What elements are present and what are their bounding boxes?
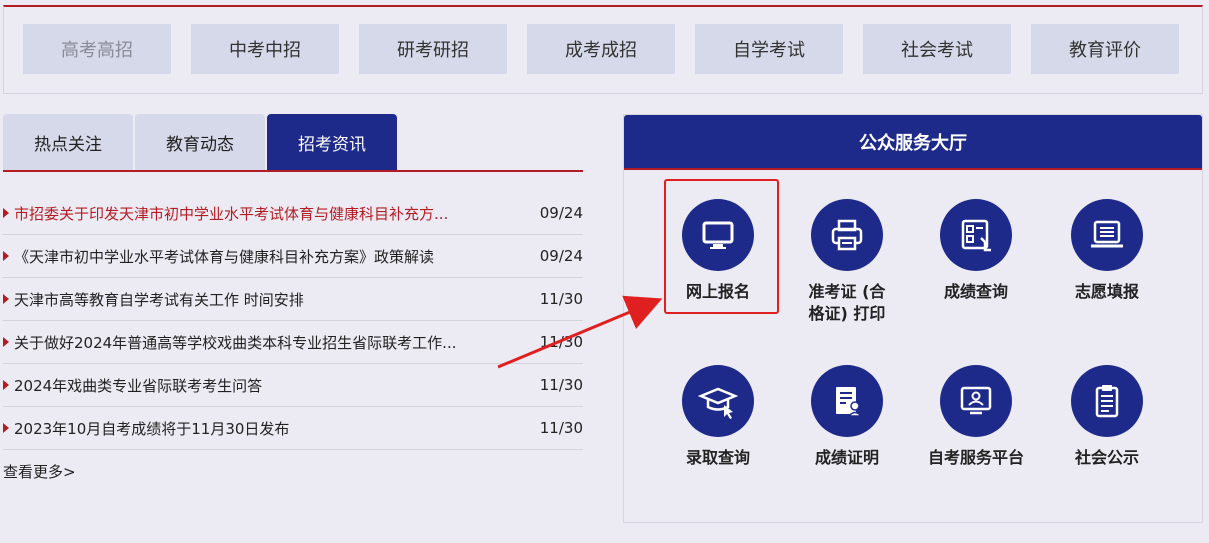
list-item[interactable]: 市招委关于印发天津市初中学业水平考试体育与健康科目补充方... 09/24 [3,192,583,235]
tab-underline [3,170,583,172]
list-item[interactable]: 2023年10月自考成绩将于11月30日发布 11/30 [3,407,583,450]
category-shehui-button[interactable]: 社会考试 [863,24,1011,74]
service-panel-title: 公众服务大厅 [624,115,1202,170]
news-date: 11/30 [539,419,583,437]
admission-ticket-print-button[interactable]: 准考证 (合格证) 打印 [782,199,912,325]
category-chengkao-button[interactable]: 成考成招 [527,24,675,74]
category-gaokao-button[interactable]: 高考高招 [23,24,171,74]
printer-icon [811,199,883,271]
news-date: 11/30 [539,376,583,394]
view-more-link[interactable]: 查看更多> [3,461,76,482]
bullet-triangle-icon [3,251,9,261]
news-title[interactable]: 2024年戏曲类专业省际联考考生问答 [14,375,540,396]
public-notice-button[interactable]: 社会公示 [1042,365,1172,469]
news-date: 09/24 [539,247,583,265]
service-label: 成绩证明 [814,448,879,467]
score-certificate-button[interactable]: 成绩证明 [782,365,912,469]
category-yankao-button[interactable]: 研考研招 [359,24,507,74]
service-label: 成绩查询 [943,282,1008,301]
news-list: 市招委关于印发天津市初中学业水平考试体育与健康科目补充方... 09/24 《天… [3,192,583,450]
volunteer-filling-button[interactable]: 志愿填报 [1042,199,1172,303]
monitor-icon [682,199,754,271]
news-title[interactable]: 《天津市初中学业水平考试体育与健康科目补充方案》政策解读 [14,246,540,267]
list-item[interactable]: 关于做好2024年普通高等学校戏曲类本科专业招生省际联考工作... 11/30 [3,321,583,364]
service-label: 准考证 (合格证) 打印 [808,282,886,323]
service-label: 录取查询 [685,448,750,467]
clipboard-icon [1071,365,1143,437]
tab-admission-info[interactable]: 招考资讯 [267,114,397,170]
bullet-triangle-icon [3,294,9,304]
graduation-cap-icon [682,365,754,437]
list-item[interactable]: 天津市高等教育自学考试有关工作 时间安排 11/30 [3,278,583,321]
service-label: 志愿填报 [1074,282,1139,301]
screen-user-icon [940,365,1012,437]
news-title[interactable]: 市招委关于印发天津市初中学业水平考试体育与健康科目补充方... [14,203,540,224]
tab-education-news[interactable]: 教育动态 [135,114,265,170]
service-label: 自考服务平台 [927,448,1024,467]
self-exam-platform-button[interactable]: 自考服务平台 [911,365,1041,469]
laptop-list-icon [1071,199,1143,271]
news-title[interactable]: 天津市高等教育自学考试有关工作 时间安排 [14,289,540,310]
news-title[interactable]: 关于做好2024年普通高等学校戏曲类本科专业招生省际联考工作... [14,332,540,353]
bullet-triangle-icon [3,208,9,218]
list-item[interactable]: 《天津市初中学业水平考试体育与健康科目补充方案》政策解读 09/24 [3,235,583,278]
public-service-panel: 公众服务大厅 网上报名 准考证 (合格证) 打印 成绩查询 志愿填报 录取查询 [623,114,1203,523]
service-label: 网上报名 [685,282,750,301]
score-query-button[interactable]: 成绩查询 [911,199,1041,303]
list-item[interactable]: 2024年戏曲类专业省际联考考生问答 11/30 [3,364,583,407]
bullet-triangle-icon [3,423,9,433]
bullet-triangle-icon [3,337,9,347]
news-date: 11/30 [539,333,583,351]
service-label: 社会公示 [1074,448,1139,467]
tab-hot-topics[interactable]: 热点关注 [3,114,133,170]
category-zhongkao-button[interactable]: 中考中招 [191,24,339,74]
news-date: 11/30 [539,290,583,308]
certificate-icon [811,365,883,437]
category-pingjia-button[interactable]: 教育评价 [1031,24,1179,74]
news-title[interactable]: 2023年10月自考成绩将于11月30日发布 [14,418,540,439]
admission-query-button[interactable]: 录取查询 [653,365,783,469]
news-date: 09/24 [539,204,583,222]
online-registration-button[interactable]: 网上报名 [653,199,783,303]
score-query-icon [940,199,1012,271]
bullet-triangle-icon [3,380,9,390]
category-zixue-button[interactable]: 自学考试 [695,24,843,74]
news-tabs: 热点关注 教育动态 招考资讯 [3,114,583,172]
exam-category-panel: 高考高招 中考中招 研考研招 成考成招 自学考试 社会考试 教育评价 [3,5,1203,94]
